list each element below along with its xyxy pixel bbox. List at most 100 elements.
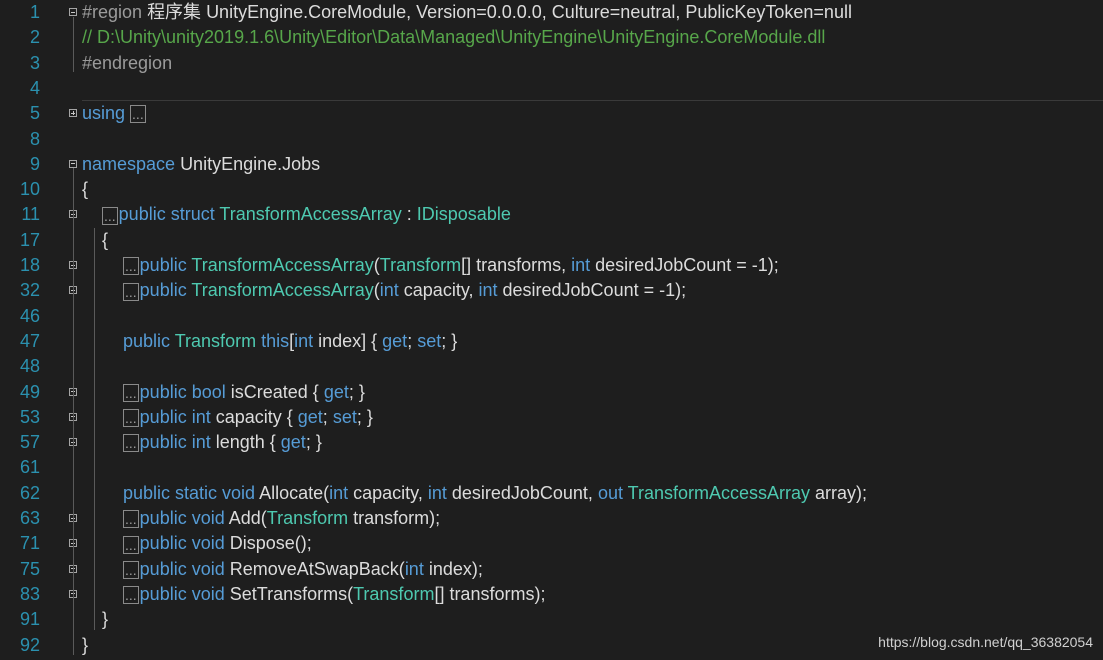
code-text: desiredJobCount, [446,482,598,503]
collapsed-block-ellipsis[interactable]: ... [130,105,146,124]
code-line[interactable]: 49... public bool isCreated { get; } [0,380,1103,405]
code-content: ... public TransformAccessArray(int capac… [123,278,686,303]
keyword-token: this [256,330,290,351]
code-line[interactable]: 75... public void RemoveAtSwapBack(int in… [0,557,1103,582]
line-number: 91 [19,609,40,630]
code-line[interactable]: 4 [0,76,1103,101]
type-token: Transform [379,255,462,275]
code-content: ... public void RemoveAtSwapBack(int inde… [123,557,483,582]
code-content: { [102,228,108,253]
code-line[interactable]: 63 ... public void Add(Transform transform… [0,506,1103,531]
collapsed-block-ellipsis[interactable]: ... [102,206,118,225]
code-text: array); [810,482,868,503]
line-number: 63 [19,508,40,528]
code-line[interactable]: 62 public static void Allocate(int capaci… [0,481,1103,506]
code-line[interactable]: 46 [0,304,1103,329]
keyword-token: int [404,558,424,579]
type-token: Transform [353,583,435,604]
collapsed-block-ellipsis[interactable]: ... [123,586,139,605]
type-token: TransformAccessArray [191,255,374,275]
collapse-region-icon[interactable] [69,8,77,16]
code-content: using ... [82,101,147,126]
code-line[interactable]: 11 ... public struct TransformAccessArray … [0,202,1103,227]
line-number: 5 [29,103,40,124]
code-line[interactable]: 47 public Transform this[int index] { get… [0,329,1103,354]
line-number: 62 [19,482,40,503]
keyword-token: public int [139,406,216,427]
line-number: 48 [19,356,40,377]
code-text: } [82,634,89,655]
collapsed-block-ellipsis[interactable]: ... [123,510,139,529]
keyword-token: int [294,330,314,351]
collapsed-block-ellipsis[interactable]: ... [123,383,139,402]
code-text: index); [423,558,483,579]
expand-region-icon[interactable] [69,109,77,118]
keyword-token: public int [139,432,216,453]
code-content: #region 程序集 UnityEngine.CoreModule, Vers… [82,0,852,25]
code-text: } [102,609,109,630]
collapsed-block-ellipsis[interactable]: ... [123,257,139,276]
code-line[interactable]: 53... public int capacity { get; set; } [0,405,1103,430]
collapse-region-icon[interactable] [69,159,77,168]
code-line[interactable]: 32 ... public TransformAccessArray(int cap… [0,278,1103,303]
collapsed-block-ellipsis[interactable]: ... [123,560,139,579]
keyword-token: out [597,482,628,503]
code-text: transform); [348,508,441,528]
line-number: 57 [19,432,40,453]
code-content: public static void Allocate(int capacity… [123,481,867,506]
line-number: 3 [29,52,40,73]
keyword-token: public struct [118,204,220,225]
line-number: 4 [29,77,40,98]
keyword-token: public [139,280,192,301]
code-content: ... public TransformAccessArray(Transform… [123,253,779,278]
code-text: ; } [441,330,458,351]
code-text: { [82,179,89,200]
line-number: 47 [19,330,40,351]
keyword-token: public static void [123,482,260,503]
code-text: { [102,229,109,250]
code-line[interactable]: 57... public int length { get; } [0,430,1103,455]
code-line[interactable]: 91} [0,607,1103,632]
type-token: TransformAccessArray [191,280,374,301]
code-line[interactable]: 17 { [0,228,1103,253]
code-text: Add( [228,508,267,528]
collapsed-block-ellipsis[interactable]: ... [123,434,139,453]
code-line[interactable]: 8 [0,127,1103,152]
code-text: capacity, [398,280,479,301]
code-line[interactable]: 71... public void Dispose(); [0,531,1103,556]
code-line[interactable]: 61 [0,455,1103,480]
preprocessor-token: #endregion [82,52,173,73]
code-text: RemoveAtSwapBack( [229,558,405,579]
code-line[interactable]: 48 [0,354,1103,379]
keyword-token: int [379,280,399,301]
code-line[interactable]: 10 { [0,177,1103,202]
code-content: ... public void Add(Transform transform); [123,506,440,531]
namespace-fold-guide [73,168,74,655]
code-line[interactable]: 3 #endregion [0,51,1103,76]
keyword-token: public bool [139,381,231,402]
code-line[interactable]: 83... public void SetTransforms(Transform… [0,582,1103,607]
keyword-token: int [478,280,498,301]
code-text: capacity, [348,482,428,503]
line-number: 18 [19,255,40,275]
code-line[interactable]: 9 namespace UnityEngine.Jobs [0,152,1103,177]
code-content: } [102,607,108,632]
keyword-token: set [417,330,442,351]
line-number: 9 [29,153,40,174]
code-line[interactable]: 2 // D:\Unity\unity2019.1.6\Unity\Editor\… [0,25,1103,50]
code-editor[interactable]: 1 #region 程序集 UnityEngine.CoreModule, Ver… [0,0,1103,660]
code-line[interactable]: 5 using ... [0,101,1103,126]
collapsed-block-ellipsis[interactable]: ... [123,535,139,554]
line-number: 83 [19,583,40,604]
keyword-token: get [323,381,349,402]
code-text: ; } [305,432,322,453]
code-text: desiredJobCount = -1); [590,255,779,275]
collapsed-block-ellipsis[interactable]: ... [123,282,139,301]
line-number: 53 [19,406,40,427]
line-number: 61 [19,457,40,478]
code-line[interactable]: 1 #region 程序集 UnityEngine.CoreModule, Ver… [0,0,1103,25]
code-text: : [401,204,417,225]
code-line[interactable]: 18 ... public TransformAccessArray(Transfo… [0,253,1103,278]
line-number: 2 [29,27,40,48]
collapsed-block-ellipsis[interactable]: ... [123,409,139,428]
